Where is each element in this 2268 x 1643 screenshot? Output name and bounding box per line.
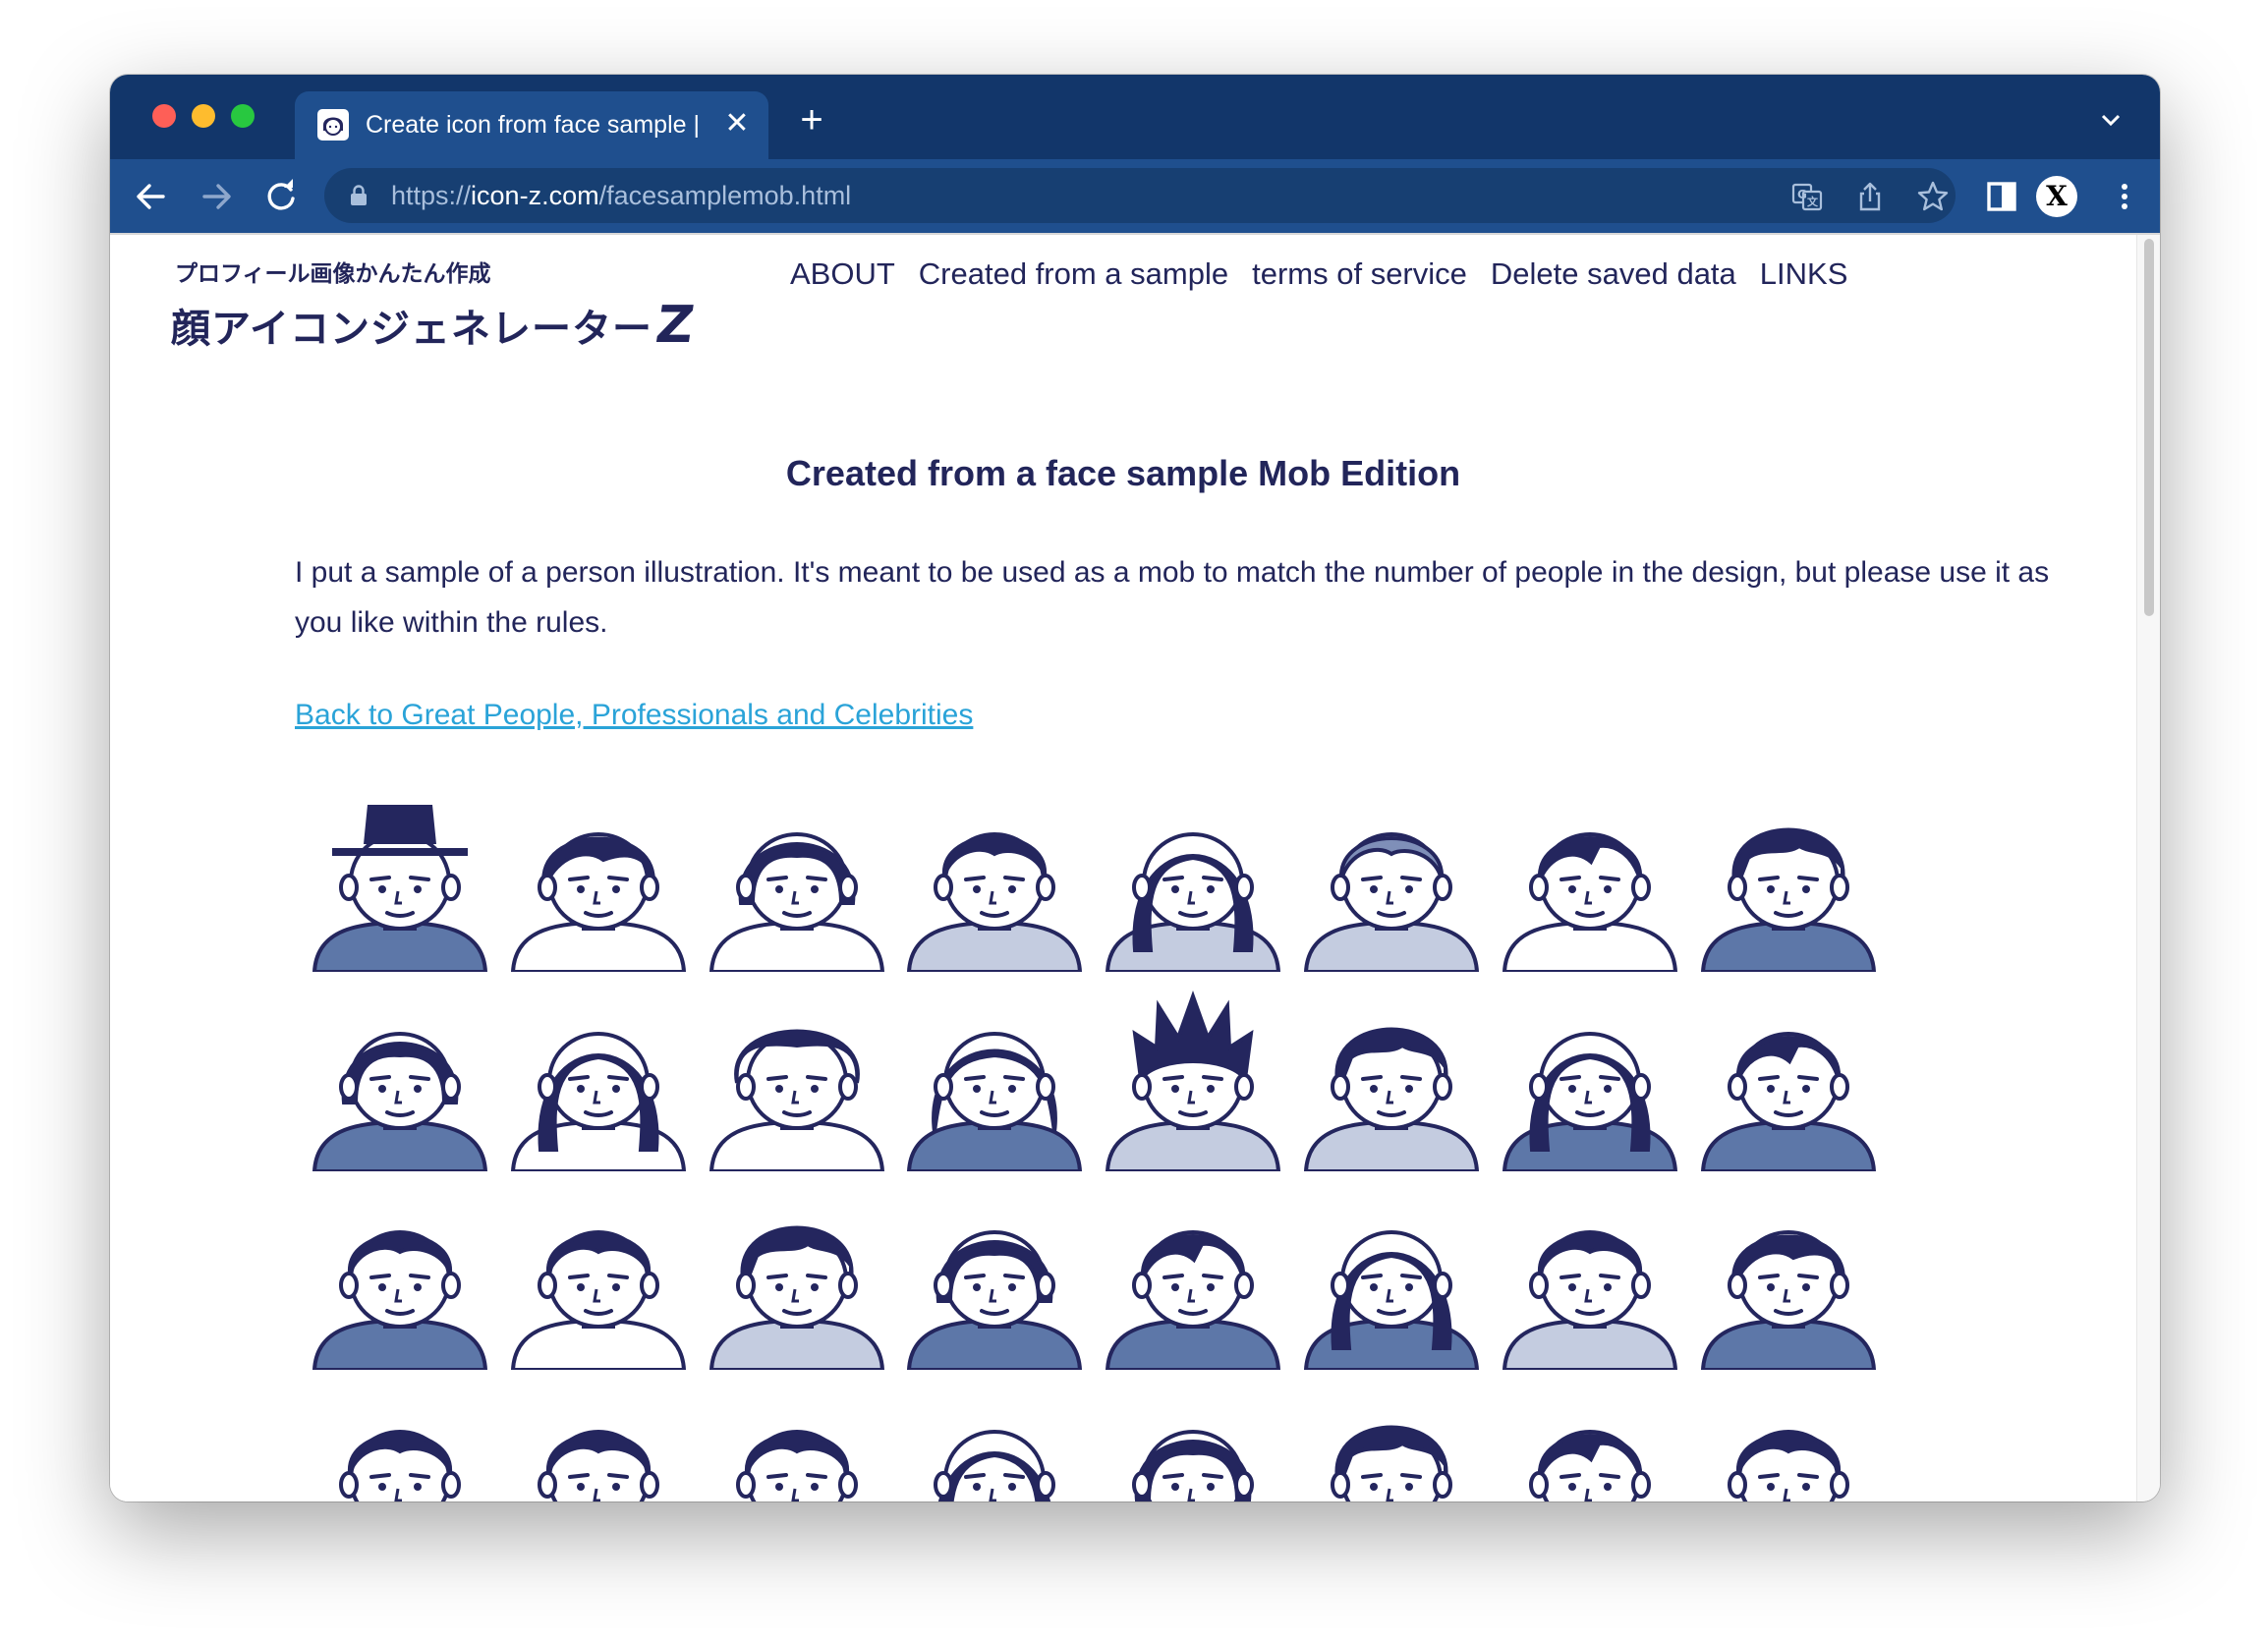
- scrollbar[interactable]: [2136, 235, 2160, 1501]
- nav-created-from-sample[interactable]: Created from a sample: [919, 256, 1228, 292]
- face-sample-4[interactable]: [901, 785, 1088, 972]
- face-sample-32[interactable]: [1695, 1383, 1882, 1501]
- face-sample-23[interactable]: [1497, 1183, 1683, 1371]
- svg-text:G: G: [1797, 188, 1807, 201]
- face-sample-11[interactable]: [704, 985, 890, 1171]
- face-sample-1[interactable]: [307, 785, 493, 972]
- site-logo[interactable]: 顔アイコンジェネレーターZ: [171, 296, 699, 355]
- face-sample-15[interactable]: [1497, 985, 1683, 1171]
- bookmark-star-icon[interactable]: [1916, 180, 1950, 213]
- face-sample-10[interactable]: [505, 985, 692, 1171]
- svg-text:文: 文: [1807, 195, 1819, 208]
- side-panel-icon[interactable]: [1983, 177, 2022, 216]
- page-content: プロフィール画像かんたん作成 顔アイコンジェネレーターZ ABOUT Creat…: [110, 235, 2136, 1501]
- face-sample-16[interactable]: [1695, 985, 1882, 1171]
- face-sample-8[interactable]: [1695, 785, 1882, 972]
- nav-terms-of-service[interactable]: terms of service: [1252, 256, 1467, 292]
- face-sample-3[interactable]: [704, 785, 890, 972]
- intro-paragraph: I put a sample of a person illustration.…: [295, 556, 2050, 639]
- logo-z-mark: Z: [652, 296, 699, 355]
- face-sample-21[interactable]: [1100, 1183, 1286, 1371]
- face-sample-31[interactable]: [1497, 1383, 1683, 1501]
- face-sample-26[interactable]: [505, 1383, 692, 1501]
- url-text[interactable]: https://icon-z.com/facesamplemob.html: [391, 181, 851, 211]
- browser-window: Create icon from face sample | ✕ + https…: [110, 75, 2160, 1501]
- face-sample-27[interactable]: [704, 1383, 890, 1501]
- site-nav: ABOUT Created from a sample terms of ser…: [790, 256, 1847, 292]
- back-icon[interactable]: [128, 173, 175, 220]
- face-sample-grid: [307, 785, 1879, 1501]
- face-sample-29[interactable]: [1100, 1383, 1286, 1501]
- face-sample-2[interactable]: [505, 785, 692, 972]
- tab-active[interactable]: Create icon from face sample | ✕: [295, 91, 768, 159]
- tab-bar: Create icon from face sample | ✕ +: [110, 75, 2160, 159]
- close-tab-icon[interactable]: ✕: [719, 106, 755, 142]
- face-sample-19[interactable]: [704, 1183, 890, 1371]
- tab-title: Create icon from face sample |: [366, 111, 700, 139]
- page-title: Created from a face sample Mob Edition: [785, 453, 1461, 493]
- face-sample-22[interactable]: [1298, 1183, 1485, 1371]
- close-window-button[interactable]: [152, 104, 176, 128]
- toolbar: https://icon-z.com/facesamplemob.html G …: [110, 159, 2160, 233]
- face-sample-28[interactable]: [901, 1383, 1088, 1501]
- reload-icon[interactable]: [257, 173, 305, 220]
- face-sample-9[interactable]: [307, 985, 493, 1171]
- nav-links[interactable]: LINKS: [1760, 256, 1848, 292]
- more-menu-icon[interactable]: [2105, 177, 2144, 216]
- face-sample-18[interactable]: [505, 1183, 692, 1371]
- face-sample-25[interactable]: [307, 1383, 493, 1501]
- face-sample-20[interactable]: [901, 1183, 1088, 1371]
- lock-icon[interactable]: [350, 185, 368, 206]
- new-tab-icon[interactable]: +: [790, 98, 833, 142]
- share-icon[interactable]: [1853, 180, 1887, 213]
- face-sample-7[interactable]: [1497, 785, 1683, 972]
- face-sample-14[interactable]: [1298, 985, 1485, 1171]
- nav-delete-saved-data[interactable]: Delete saved data: [1491, 256, 1736, 292]
- back-link[interactable]: Back to Great People, Professionals and …: [295, 699, 973, 732]
- face-sample-12[interactable]: [901, 985, 1088, 1171]
- face-sample-30[interactable]: [1298, 1383, 1485, 1501]
- minimize-window-button[interactable]: [192, 104, 215, 128]
- logo-subtitle: プロフィール画像かんたん作成: [175, 261, 491, 287]
- address-bar[interactable]: https://icon-z.com/facesamplemob.html G …: [324, 168, 1956, 223]
- face-sample-6[interactable]: [1298, 785, 1485, 972]
- face-sample-24[interactable]: [1695, 1183, 1882, 1371]
- face-sample-5[interactable]: [1100, 785, 1286, 972]
- translate-icon[interactable]: G 文: [1790, 180, 1824, 213]
- forward-icon[interactable]: [193, 173, 240, 220]
- nav-about[interactable]: ABOUT: [790, 256, 895, 292]
- face-sample-17[interactable]: [307, 1183, 493, 1371]
- favicon-icon: [317, 109, 349, 141]
- face-sample-13[interactable]: [1100, 985, 1286, 1171]
- scrollbar-thumb[interactable]: [2144, 239, 2154, 616]
- tab-search-chevron-icon[interactable]: [2097, 108, 2125, 132]
- profile-avatar[interactable]: X: [2036, 176, 2077, 217]
- zoom-window-button[interactable]: [231, 104, 255, 128]
